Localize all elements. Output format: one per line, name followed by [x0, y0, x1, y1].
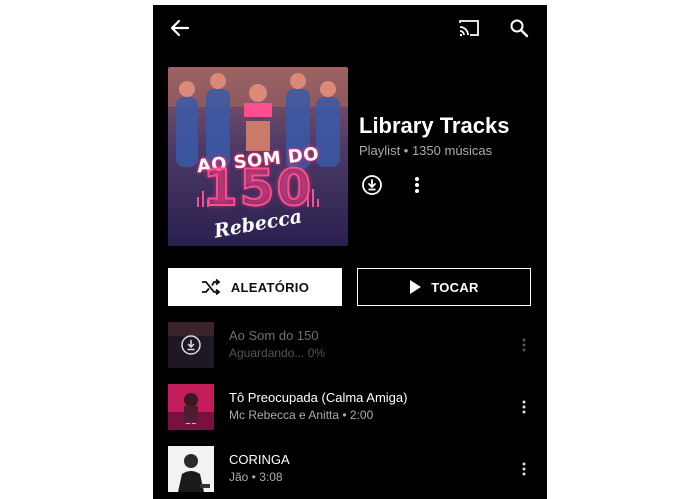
track-subtitle: Jão • 3:08 — [229, 470, 283, 484]
shuffle-label: ALEATÓRIO — [230, 279, 310, 295]
play-button[interactable]: TOCAR — [357, 268, 531, 306]
track-more-button[interactable] — [514, 330, 534, 360]
download-icon — [362, 175, 382, 195]
arrow-left-icon — [170, 19, 190, 37]
search-icon — [510, 19, 529, 38]
more-vert-icon — [522, 338, 526, 352]
track-title: Tô Preocupada (Calma Amiga) — [229, 390, 408, 405]
svg-text:~~: ~~ — [185, 420, 197, 428]
track-row[interactable]: ~~ Tô Preocupada (Calma Amiga) Mc Rebecc… — [153, 384, 547, 432]
more-vert-icon — [522, 400, 526, 414]
more-vert-icon — [415, 177, 419, 193]
shuffle-icon — [201, 279, 221, 295]
top-app-bar — [153, 5, 547, 51]
track-row[interactable]: CORINGA Jão • 3:08 — [153, 446, 547, 494]
more-vert-icon — [522, 462, 526, 476]
track-row[interactable]: Ao Som do 150 Aguardando... 0% — [153, 322, 547, 370]
download-button[interactable] — [356, 169, 388, 201]
track-thumbnail — [168, 446, 214, 492]
play-label: TOCAR — [431, 279, 479, 295]
playlist-more-button[interactable] — [401, 169, 433, 201]
track-subtitle: Aguardando... 0% — [229, 346, 326, 360]
track-title: CORINGA — [229, 452, 290, 467]
play-icon — [410, 280, 422, 294]
playlist-title: Library Tracks — [359, 113, 510, 138]
playlist-cover-art: AO SOM DO 150 Rebecca — [168, 67, 348, 246]
cast-button[interactable] — [453, 12, 485, 44]
track-title: Ao Som do 150 — [229, 328, 319, 343]
app-screen: AO SOM DO 150 Rebecca Library Tracks Pla… — [153, 5, 547, 499]
track-artwork — [168, 446, 214, 492]
cast-icon — [459, 20, 479, 36]
track-more-button[interactable] — [514, 392, 534, 422]
playlist-subtitle: Playlist • 1350 músicas — [359, 143, 493, 158]
track-thumbnail — [168, 322, 214, 368]
track-thumbnail: ~~ — [168, 384, 214, 430]
track-artwork: ~~ — [168, 384, 214, 430]
back-button[interactable] — [164, 12, 196, 44]
track-more-button[interactable] — [514, 454, 534, 484]
search-button[interactable] — [503, 12, 535, 44]
shuffle-button[interactable]: ALEATÓRIO — [168, 268, 342, 306]
track-artwork — [168, 322, 214, 368]
track-subtitle: Mc Rebecca e Anitta • 2:00 — [229, 408, 374, 422]
